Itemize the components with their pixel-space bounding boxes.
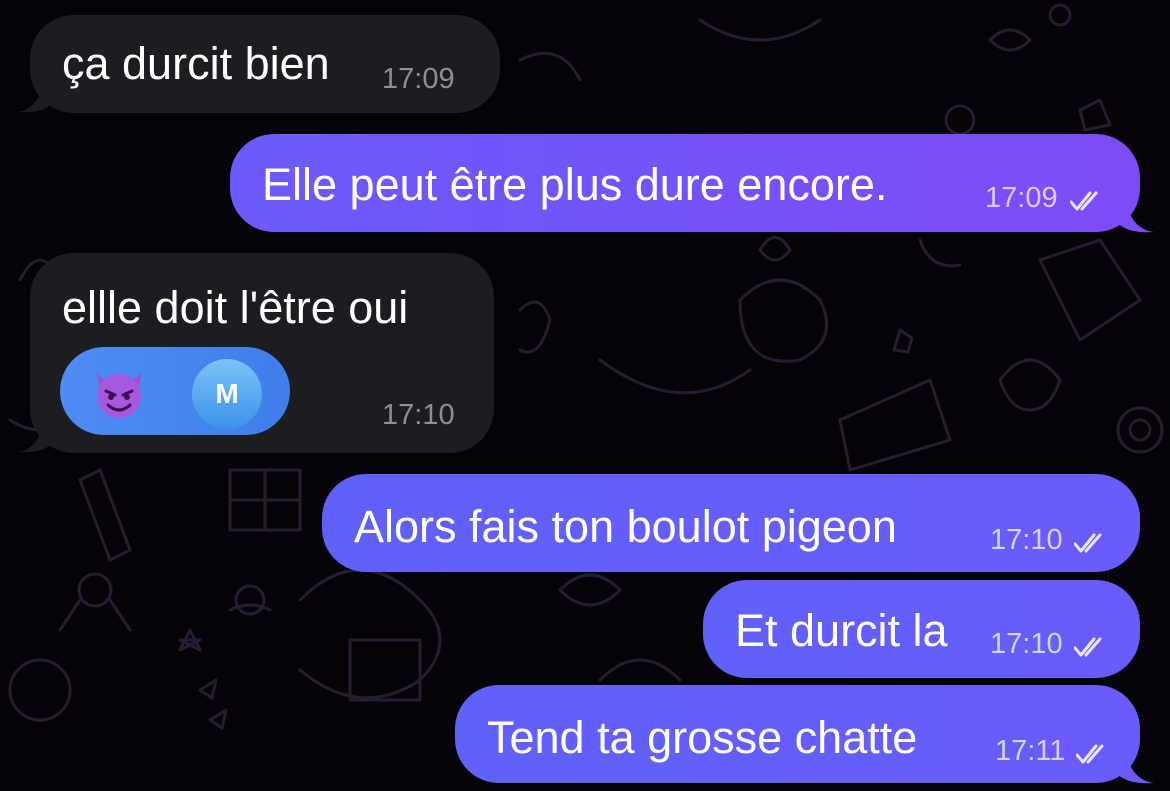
message-text: Et durcit la: [735, 605, 948, 656]
double-check-icon: [1070, 191, 1098, 211]
message-outgoing[interactable]: Et durcit la 17:10: [703, 580, 1140, 678]
bubble-tail: [1114, 761, 1154, 784]
message-outgoing[interactable]: Elle peut être plus dure encore. 17:09: [230, 134, 1140, 232]
message-incoming[interactable]: ça durcit bien 17:09: [30, 15, 500, 113]
message-text: Elle peut être plus dure encore.: [262, 159, 888, 210]
smiling-face-with-horns-emoji: [96, 373, 142, 418]
message-outgoing[interactable]: Alors fais ton boulot pigeon 17:10: [322, 474, 1140, 572]
double-check-icon: [1074, 637, 1102, 657]
message-time: 17:09: [382, 63, 455, 95]
avatar: M: [192, 359, 262, 429]
message-text: Alors fais ton boulot pigeon: [354, 501, 897, 552]
message-incoming[interactable]: ellle doit l'être oui M 17:10: [30, 253, 494, 453]
message-outgoing[interactable]: Tend ta grosse chatte 17:11: [455, 685, 1140, 783]
message-time: 17:10: [990, 524, 1063, 556]
bubble-tail: [1114, 210, 1154, 233]
message-text: ellle doit l'être oui: [62, 282, 409, 333]
message-text: Tend ta grosse chatte: [487, 712, 918, 763]
double-check-icon: [1076, 744, 1104, 764]
message-time: 17:10: [382, 399, 455, 431]
bubble-tail: [18, 90, 56, 113]
message-time: 17:11: [995, 735, 1066, 767]
bubble-tail: [18, 430, 56, 453]
message-text: ça durcit bien: [62, 38, 330, 89]
message-time: 17:10: [990, 628, 1063, 660]
reaction-pill[interactable]: M: [60, 347, 290, 435]
message-time: 17:09: [985, 182, 1058, 214]
double-check-icon: [1074, 533, 1102, 553]
